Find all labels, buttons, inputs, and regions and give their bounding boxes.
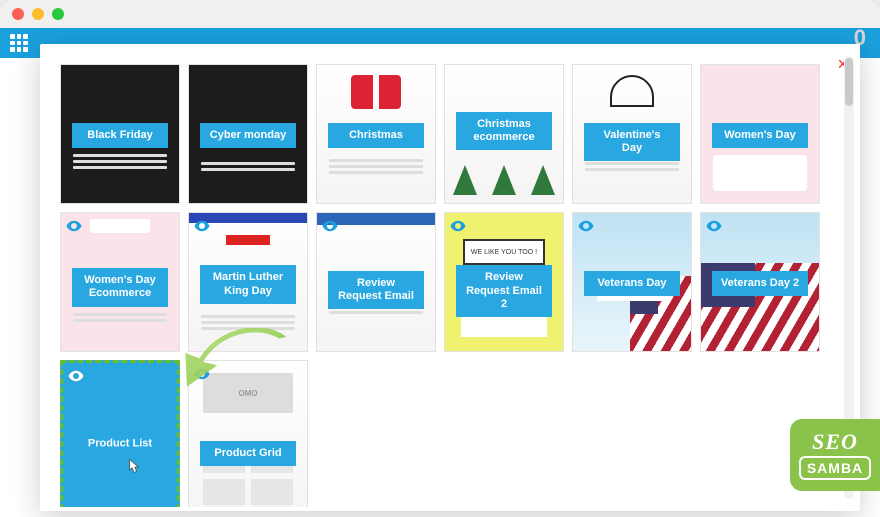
preview-eye-icon[interactable] [193, 365, 211, 383]
template-label: Veterans Day 2 [712, 271, 808, 296]
template-label: Women's Day [712, 123, 808, 148]
template-womens-day[interactable]: Women's Day [700, 64, 820, 204]
template-black-friday[interactable]: Black Friday [60, 64, 180, 204]
review-like-text: WE LIKE YOU TOO ! [463, 239, 545, 265]
template-label: Christmas [328, 123, 424, 148]
template-label: Review Request Email [328, 271, 424, 309]
template-label: Christmas ecommerce [456, 112, 552, 150]
template-review-request-2[interactable]: WE LIKE YOU TOO ! Review Request Email 2 [444, 212, 564, 352]
template-label: Review Request Email 2 [456, 265, 552, 317]
template-cyber-monday[interactable]: Cyber monday [188, 64, 308, 204]
template-label: Valentine's Day [584, 123, 680, 161]
template-label: Martin Luther King Day [200, 265, 296, 303]
template-christmas-ecommerce[interactable]: Christmas ecommerce [444, 64, 564, 204]
template-product-grid[interactable]: OMO Product Grid [188, 360, 308, 507]
template-valentines-day[interactable]: Valentine's Day [572, 64, 692, 204]
scrollbar-thumb[interactable] [845, 58, 853, 106]
close-window-icon[interactable] [12, 8, 24, 20]
cursor-pointer-icon [127, 459, 141, 477]
template-review-request[interactable]: Review Request Email [316, 212, 436, 352]
minimize-window-icon[interactable] [32, 8, 44, 20]
template-label: Women's Day Ecommerce [72, 268, 168, 306]
preview-eye-icon[interactable] [67, 367, 85, 385]
template-list: Black Friday Cyber monday Christmas [60, 52, 832, 507]
template-product-list[interactable]: Product List [60, 360, 180, 507]
preview-eye-icon[interactable] [65, 217, 83, 235]
template-label: Cyber monday [200, 123, 296, 148]
template-label: Product Grid [200, 441, 296, 466]
preview-eye-icon[interactable] [449, 217, 467, 235]
template-womens-day-ecommerce[interactable]: Women's Day Ecommerce [60, 212, 180, 352]
preview-eye-icon[interactable] [577, 217, 595, 235]
preview-eye-icon[interactable] [193, 217, 211, 235]
template-veterans-day-2[interactable]: Veterans Day 2 [700, 212, 820, 352]
apps-grid-icon[interactable] [10, 34, 28, 52]
maximize-window-icon[interactable] [52, 8, 64, 20]
browser-chrome [0, 0, 880, 28]
brand-bottom: SAMBA [799, 456, 871, 480]
seosamba-logo: SEO SAMBA [790, 419, 880, 491]
preview-eye-icon[interactable] [705, 217, 723, 235]
template-label: Veterans Day [584, 271, 680, 296]
template-christmas[interactable]: Christmas [316, 64, 436, 204]
template-picker-modal: × Black Friday Cyber monday [40, 44, 860, 511]
template-label: Product List [72, 431, 168, 456]
template-veterans-day[interactable]: Veterans Day [572, 212, 692, 352]
brand-top: SEO [812, 431, 858, 453]
template-label: Black Friday [72, 123, 168, 148]
template-mlk-day[interactable]: Martin Luther King Day [188, 212, 308, 352]
window-controls [12, 8, 64, 20]
preview-eye-icon[interactable] [321, 217, 339, 235]
